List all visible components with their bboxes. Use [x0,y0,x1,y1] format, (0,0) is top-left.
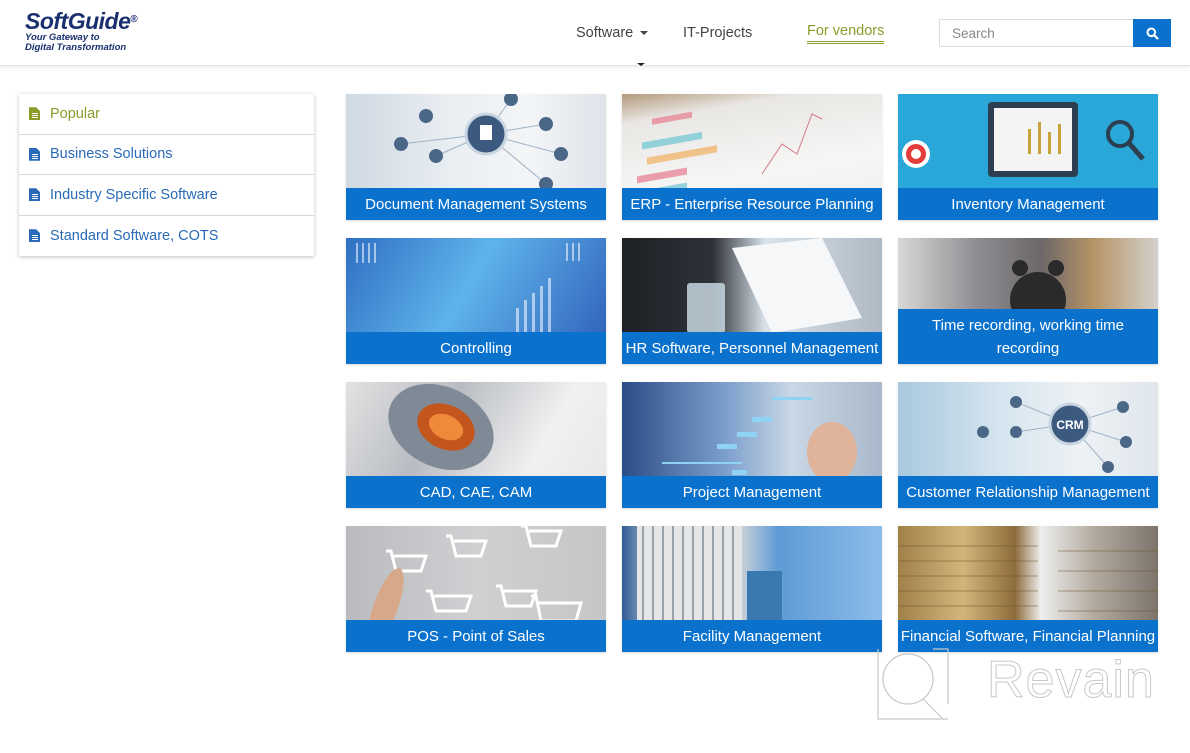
search-icon [1146,27,1159,40]
sidebar-item-business-solutions[interactable]: Business Solutions [19,135,314,175]
sidebar-item-label: Business Solutions [50,146,173,163]
revain-watermark-text: Revain [987,651,1155,710]
sidebar-item-industry-specific[interactable]: Industry Specific Software [19,175,314,216]
sidebar-item-popular[interactable]: Popular [19,94,314,135]
category-label: HR Software, Personnel Management [622,332,882,364]
category-label: ERP - Enterprise Resource Planning [622,188,882,220]
category-card-cad[interactable]: CAD, CAE, CAM [346,382,606,508]
category-card-dms[interactable]: Document Management Systems [346,94,606,220]
dropdown-pointer [637,63,645,66]
category-label: Customer Relationship Management [898,476,1158,508]
nav-it-projects[interactable]: IT-Projects [683,0,752,66]
category-card-facility-management[interactable]: Facility Management [622,526,882,652]
category-label: Facility Management [622,620,882,652]
nav-software[interactable]: Software [576,0,649,66]
category-card-crm[interactable]: CRM Customer Relationship Management [898,382,1158,508]
search-button[interactable] [1133,19,1171,47]
category-label: Inventory Management [898,188,1158,220]
category-card-controlling[interactable]: Controlling [346,238,606,364]
sidebar-item-label: Industry Specific Software [50,186,218,203]
search-input[interactable]: Search [939,19,1133,47]
sidebar-item-label: Standard Software, COTS [50,227,219,244]
document-icon [29,107,40,121]
category-card-time-recording[interactable]: Time recording, working time recording [898,238,1158,364]
category-sidebar: Popular Business Solutions Industry Spec… [19,94,314,256]
caret-down-icon [640,31,649,35]
nav-for-vendors-label: For vendors [807,23,885,44]
category-card-pos[interactable]: POS - Point of Sales [346,526,606,652]
sidebar-item-label: Popular [50,105,100,122]
nav-it-projects-label: IT-Projects [683,25,753,41]
logo-brand-text: SoftGuide [25,8,131,34]
nav-for-vendors[interactable]: For vendors [807,0,885,66]
revain-watermark: Revain [873,644,1163,724]
category-card-project-management[interactable]: Project Management [622,382,882,508]
document-icon [29,188,40,202]
category-label: CAD, CAE, CAM [346,476,606,508]
category-card-erp[interactable]: ERP - Enterprise Resource Planning [622,94,882,220]
site-header: SoftGuide® Your Gateway to Digital Trans… [0,0,1190,66]
logo-tagline-2: Digital Transformation [25,42,127,53]
registered-mark: ® [130,14,138,25]
logo-brand: SoftGuide® [25,10,175,33]
sidebar-item-standard-software[interactable]: Standard Software, COTS [19,216,314,257]
softguide-logo[interactable]: SoftGuide® Your Gateway to Digital Trans… [25,10,175,56]
document-icon [29,229,40,243]
revain-logo-icon [877,648,949,720]
nav-software-label: Software [576,25,634,41]
category-label: Project Management [622,476,882,508]
category-label: Controlling [346,332,606,364]
category-label: POS - Point of Sales [346,620,606,652]
document-icon [29,147,40,161]
category-label: Time recording, working time recording [898,309,1158,364]
category-card-hr[interactable]: HR Software, Personnel Management [622,238,882,364]
category-card-financial-software[interactable]: Financial Software, Financial Planning [898,526,1158,652]
category-card-inventory[interactable]: Inventory Management [898,94,1158,220]
category-label: Document Management Systems [346,188,606,220]
svg-text:CRM: CRM [1056,418,1083,432]
